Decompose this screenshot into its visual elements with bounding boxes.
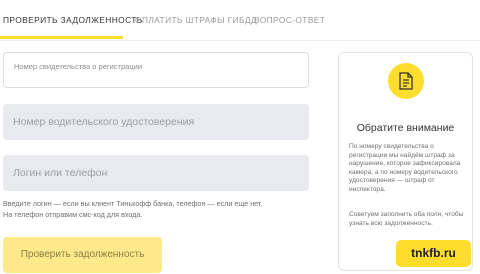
login-hint: Введите логин — если вы клиент Тинькофф … <box>3 199 303 220</box>
notice-card: Обратите внимание По номеру свидетельств… <box>338 52 473 271</box>
tab-check-debt[interactable]: ПРОВЕРИТЬ ЗАДОЛЖЕННОСТЬ <box>3 15 143 25</box>
login-hint-line2: На телефон отправим смс-код для входа. <box>3 209 143 219</box>
tab-bar: ПРОВЕРИТЬ ЗАДОЛЖЕННОСТЬ ОПЛАТИТЬ ШТРАФЫ … <box>0 0 480 41</box>
notice-text-advice: Советуем заполнить оба поля, чтобы узнат… <box>349 211 464 227</box>
registration-number-field[interactable]: Номер свидетельства о регистрации <box>3 52 309 88</box>
watermark-badge: tnkfb.ru <box>396 240 471 267</box>
check-debt-button[interactable]: Проверить задолженность <box>3 237 162 273</box>
license-number-placeholder: Номер водительского удостоверения <box>13 116 195 128</box>
active-tab-indicator <box>0 36 123 39</box>
notice-title: Обратите внимание <box>356 122 455 134</box>
tab-faq[interactable]: ВОПРОС-ОТВЕТ <box>254 15 325 25</box>
login-phone-placeholder: Логин или телефон <box>13 167 108 179</box>
login-hint-line1: Введите логин — если вы клиент Тинькофф … <box>3 199 263 208</box>
license-number-field[interactable]: Номер водительского удостоверения <box>3 104 309 140</box>
login-phone-field[interactable]: Логин или телефон <box>3 155 309 191</box>
notice-text-search: По номеру свидетельства о регистрации мы… <box>349 143 461 193</box>
registration-number-label: Номер свидетельства о регистрации <box>14 62 143 71</box>
tab-pay-fines[interactable]: ОПЛАТИТЬ ШТРАФЫ ГИБДД <box>135 15 257 25</box>
document-icon <box>388 63 424 99</box>
